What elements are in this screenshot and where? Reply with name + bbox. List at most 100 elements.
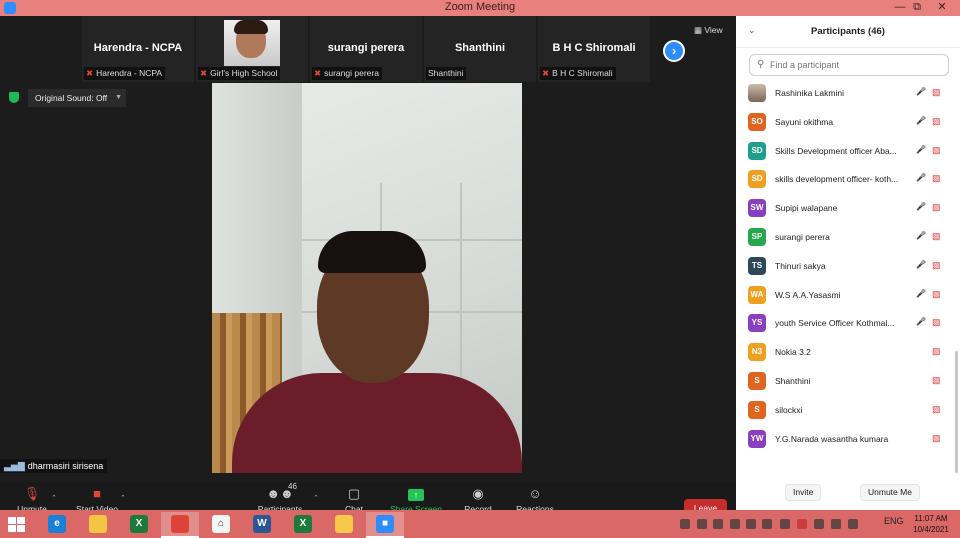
active-speaker-video — [212, 83, 522, 473]
taskbar-clock[interactable]: 11:07 AM 10/4/2021 — [909, 513, 953, 535]
participant-name: Skills Development officer Aba... — [775, 145, 897, 156]
excel-icon[interactable]: X — [120, 512, 158, 538]
tray-icon[interactable] — [762, 519, 772, 529]
participant-name: Rashinika Lakmini — [775, 88, 844, 98]
tray-icon[interactable] — [780, 519, 790, 529]
video-options-chevron-icon[interactable]: ⌃ — [120, 494, 126, 502]
thumbnail-name: B H C Shiromali — [552, 42, 636, 54]
participants-title: Participants (46) — [811, 26, 885, 37]
thumbnail-name: Shanthini — [454, 42, 506, 54]
participant-name: youth Service Officer Kothmal... — [775, 318, 895, 329]
original-sound-button[interactable]: Original Sound: Off ▼ — [28, 89, 126, 107]
file-explorer-icon[interactable] — [79, 512, 117, 538]
avatar: TS — [748, 256, 766, 275]
participant-row[interactable]: SD skills development officer- koth... 🎤 ▧ — [736, 166, 960, 195]
tray-icon[interactable] — [680, 519, 690, 529]
chrome-icon[interactable] — [161, 512, 199, 538]
tray-icon[interactable] — [697, 519, 707, 529]
mic-muted-icon: ✖ — [86, 68, 94, 78]
participant-list-scrollbar[interactable] — [955, 351, 958, 473]
mic-muted-icon: 🎤 — [916, 259, 926, 269]
video-off-icon: ▧ — [932, 317, 941, 328]
zoom-icon[interactable]: ■ — [366, 512, 404, 538]
tray-icon[interactable] — [814, 519, 824, 529]
reactions-icon: ☺ — [528, 486, 542, 501]
participant-row[interactable]: YW Y.G.Narada wasantha kumara ▧ — [736, 426, 960, 455]
participant-thumbnail[interactable]: Harendra - NCPA ✖ Harendra - NCPA — [82, 16, 194, 82]
language-indicator[interactable]: ENG — [884, 516, 904, 532]
tray-icon[interactable] — [713, 519, 723, 529]
participants-header: ⌄ Participants (46) — [736, 16, 960, 48]
excel-icon[interactable]: X — [284, 512, 322, 538]
network-icon[interactable] — [831, 519, 841, 529]
grid-icon: ▦ — [694, 25, 703, 35]
avatar: S — [748, 371, 766, 390]
participant-row[interactable]: Ssilockxi ▧ — [736, 397, 960, 426]
avatar: SO — [748, 112, 766, 131]
unmute-me-button[interactable]: Unmute Me — [860, 484, 920, 501]
participant-row[interactable]: SO Sayuni okithma 🎤 ▧ — [736, 109, 960, 138]
participant-row[interactable]: SW Supipi walapane 🎤 ▧ — [736, 195, 960, 224]
participant-name: skills development officer- koth... — [775, 174, 899, 185]
windows-start-icon[interactable] — [8, 517, 26, 533]
mic-muted-icon: 🎤 — [916, 144, 926, 154]
thumbnail-label: ✖ Girl's High School — [198, 67, 281, 80]
participant-row[interactable]: Rashinika Lakmini 🎤 ▧ — [736, 80, 960, 109]
mic-muted-icon: 🎤 — [916, 317, 926, 327]
participant-name: Shanthini — [775, 375, 811, 386]
internet-explorer-icon[interactable]: e — [38, 512, 76, 538]
participant-row[interactable]: S Shanthini ▧ — [736, 368, 960, 397]
participant-row[interactable]: YS youth Service Officer Kothmal... 🎤 ▧ — [736, 310, 960, 339]
audio-options-chevron-icon[interactable]: ⌃ — [51, 494, 57, 502]
participant-row[interactable]: SP surangi perera 🎤 ▧ — [736, 224, 960, 253]
video-off-icon: ▧ — [932, 144, 941, 155]
mic-muted-icon: 🎙 — [23, 486, 41, 501]
participant-search[interactable]: ⚲ — [749, 54, 949, 76]
video-off-icon: ▧ — [932, 115, 941, 126]
next-page-button[interactable]: › — [663, 40, 685, 62]
thumbnail-label: ✖ Harendra - NCPA — [84, 67, 166, 80]
participant-thumbnail[interactable]: surangi perera ✖ surangi perera — [310, 16, 422, 82]
participant-name: surangi perera — [775, 231, 830, 242]
thumbnail-name: surangi perera — [327, 42, 405, 54]
participants-chevron-icon[interactable]: ⌃ — [313, 494, 319, 502]
tray-icon[interactable] — [746, 519, 756, 529]
participant-row[interactable]: TS Thinuri sakya 🎤 ▧ — [736, 253, 960, 282]
mic-muted-icon: 🎤 — [916, 202, 926, 212]
close-icon[interactable]: ✕ — [931, 0, 953, 16]
home-icon[interactable]: ⌂ — [202, 512, 240, 538]
video-off-icon: ▧ — [932, 432, 941, 443]
invite-button[interactable]: Invite — [785, 484, 822, 501]
video-off-icon: ■ — [93, 486, 101, 501]
volume-icon[interactable] — [848, 519, 858, 529]
mic-muted-icon: 🎤 — [916, 230, 926, 240]
participant-row[interactable]: SD Skills Development officer Aba... 🎤 ▧ — [736, 138, 960, 167]
video-off-icon: ▧ — [932, 403, 941, 414]
avatar: S — [748, 400, 766, 419]
search-input[interactable] — [770, 58, 940, 72]
participants-count: 46 — [288, 482, 297, 491]
avatar: SP — [748, 227, 766, 246]
sticky-notes-icon[interactable] — [325, 512, 363, 538]
word-icon[interactable]: W — [243, 512, 281, 538]
participant-name: W.S A.A.Yasasmi — [775, 289, 841, 300]
video-off-icon: ▧ — [932, 374, 941, 385]
restore-icon[interactable]: ⧉ — [906, 0, 928, 16]
active-speaker-label: ▃▅▇ dharmasiri sirisena — [0, 459, 108, 473]
participant-thumbnail[interactable]: B H C Shiromali ✖ B H C Shiromali — [538, 16, 650, 82]
avatar: SD — [748, 170, 766, 189]
participant-thumbnail[interactable]: Shanthini Shanthini — [424, 16, 536, 82]
gallery-strip: Harendra - NCPA ✖ Harendra - NCPA ✖ Girl's… — [82, 16, 692, 82]
tray-icon[interactable] — [797, 519, 807, 529]
participant-name: Nokia 3.2 — [775, 347, 811, 358]
share-screen-icon: ↑ — [388, 482, 444, 504]
view-button[interactable]: ▦ View — [694, 25, 723, 36]
participant-row[interactable]: WA W.S A.A.Yasasmi 🎤 ▧ — [736, 282, 960, 311]
participant-row[interactable]: N3 Nokia 3.2 ▧ — [736, 339, 960, 368]
video-off-icon: ▧ — [932, 346, 941, 357]
signal-icon: ▃▅▇ — [4, 461, 25, 471]
tray-icon[interactable] — [730, 519, 740, 529]
thumbnail-name: Harendra - NCPA — [93, 42, 183, 54]
avatar: WA — [748, 285, 766, 304]
participant-thumbnail[interactable]: ✖ Girl's High School — [196, 16, 308, 82]
